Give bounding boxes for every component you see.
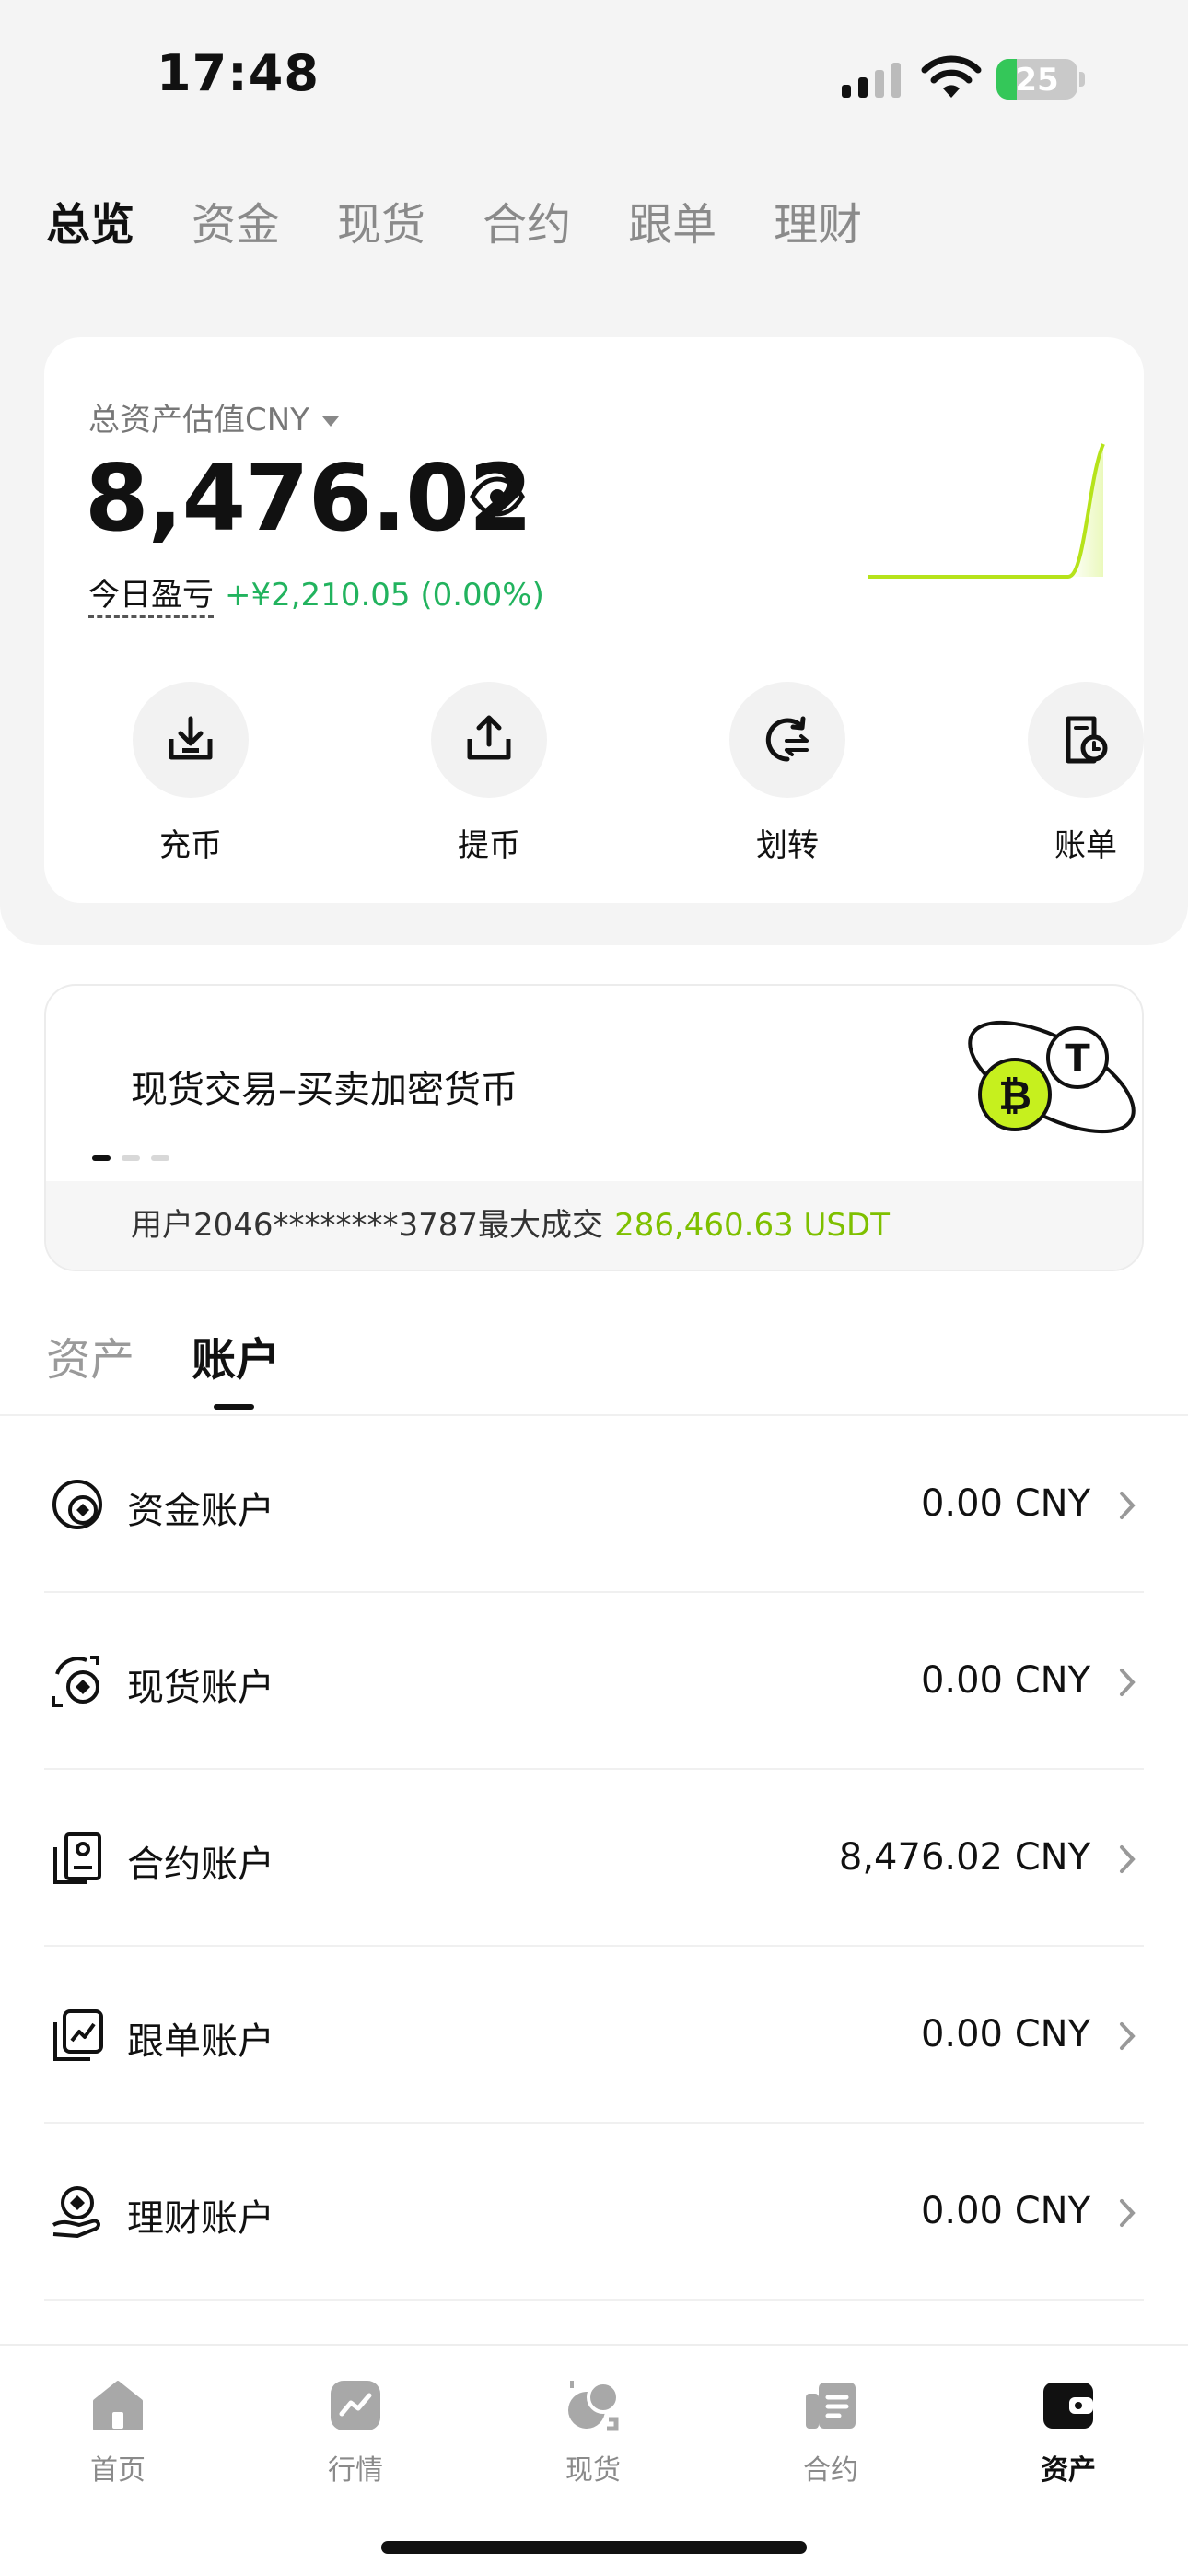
carousel-dot (92, 1155, 111, 1161)
tab-copy-trading[interactable]: 跟单 (628, 188, 716, 252)
total-asset-card: 总资产估值CNY 8,476.02 今日盈亏 +¥2,210.05 (0.00%) (44, 337, 1144, 903)
withdraw-button[interactable]: 提币 (397, 682, 581, 865)
carousel-dots (92, 1155, 181, 1161)
account-value: 8,476.02 CNY (838, 1836, 1090, 1879)
home-icon (93, 2381, 143, 2430)
chevron-right-icon (1120, 1492, 1136, 1519)
promo-banner[interactable]: 现货交易–买卖加密货币 T ₿ 用户2046********3787最大成交 28… (44, 984, 1144, 1271)
account-name: 资金账户 (127, 1490, 274, 1532)
battery-cap (1079, 72, 1085, 87)
account-row-spot[interactable]: 现货账户 0.00 CNY (44, 1593, 1144, 1770)
deposit-label: 充币 (159, 827, 222, 864)
nav-home-label: 首页 (90, 2454, 146, 2487)
banner-title: 现货交易–买卖加密货币 (131, 1069, 518, 1111)
chevron-right-icon (1120, 1669, 1136, 1696)
account-value: 0.00 CNY (920, 1659, 1090, 1702)
caret-down-icon (321, 416, 339, 427)
today-pnl-row: 今日盈亏 +¥2,210.05 (0.00%) (88, 569, 544, 618)
tab-overview[interactable]: 总览 (46, 188, 134, 252)
account-name: 现货账户 (127, 1667, 274, 1709)
currency-selector[interactable]: 总资产估值CNY (88, 394, 339, 439)
nav-spot-label: 现货 (565, 2454, 621, 2487)
earn-account-icon (52, 2186, 100, 2238)
banner-footer-amount: 286,460.63 USDT (614, 1207, 890, 1244)
market-icon (331, 2381, 380, 2430)
account-list: 资金账户 0.00 CNY 现货账户 0.00 CNY 合约账户 8,476.0… (44, 1416, 1144, 2301)
battery-indicator: 25 (996, 59, 1077, 100)
nav-home[interactable]: 首页 (44, 2377, 192, 2488)
nav-futures[interactable]: 合约 (757, 2377, 904, 2488)
quick-actions: 充币 提币 划转 账单 (44, 682, 1144, 866)
account-row-futures[interactable]: 合约账户 8,476.02 CNY (44, 1770, 1144, 1947)
account-row-funding[interactable]: 资金账户 0.00 CNY (44, 1416, 1144, 1593)
cellular-signal-icon (842, 63, 901, 98)
svg-text:₿: ₿ (998, 1072, 1031, 1119)
account-value: 0.00 CNY (920, 1482, 1090, 1525)
account-row-copy-trading[interactable]: 跟单账户 0.00 CNY (44, 1947, 1144, 2124)
today-pnl-value: +¥2,210.05 (0.00%) (225, 577, 544, 614)
tab-accounts[interactable]: 账户 (192, 1323, 280, 1410)
spot-account-icon (52, 1656, 99, 1707)
futures-icon (806, 2383, 856, 2429)
deposit-icon (169, 716, 213, 760)
overview-header-area: 17:48 25 总览 资金 现货 合约 跟单 理财 总资产估值CNY 8,47… (0, 0, 1188, 945)
tab-spot[interactable]: 现货 (337, 188, 425, 252)
total-asset-value: 8,476.02 (85, 444, 532, 552)
account-name: 跟单账户 (127, 2020, 274, 2063)
banner-trade-ticker: 用户2046********3787最大成交 286,460.63 USDT (46, 1181, 1142, 1270)
nav-assets[interactable]: 资产 (995, 2377, 1142, 2488)
estimate-label: 总资产估值CNY (88, 402, 309, 439)
withdraw-icon (467, 715, 511, 760)
nav-spot[interactable]: 现货 (519, 2377, 667, 2488)
eye-icon[interactable] (470, 475, 525, 518)
crypto-coins-illustration: T ₿ (968, 1020, 1136, 1134)
withdraw-label: 提币 (458, 827, 520, 864)
battery-percent: 25 (1015, 62, 1059, 99)
section-tab-bar: 资产 账户 (46, 1323, 337, 1410)
bill-icon (1066, 716, 1108, 764)
copy-trading-account-icon (53, 2009, 103, 2061)
nav-market-label: 行情 (328, 2454, 383, 2487)
tab-funding[interactable]: 资金 (192, 188, 280, 252)
chevron-right-icon (1120, 2199, 1136, 2227)
today-pnl-label[interactable]: 今日盈亏 (88, 577, 214, 618)
deposit-button[interactable]: 充币 (99, 682, 283, 865)
carousel-dot (122, 1155, 140, 1161)
nav-assets-label: 资产 (1041, 2454, 1096, 2487)
status-time: 17:48 (157, 44, 320, 102)
account-row-earn[interactable]: 理财账户 0.00 CNY (44, 2124, 1144, 2301)
tab-earn[interactable]: 理财 (774, 188, 862, 252)
svg-text:T: T (1065, 1037, 1090, 1080)
futures-account-icon (53, 1832, 101, 1884)
top-tab-bar: 总览 资金 现货 合约 跟单 理财 (46, 188, 919, 252)
transfer-button[interactable]: 划转 (695, 682, 879, 865)
account-value: 0.00 CNY (920, 2013, 1090, 2055)
wifi-icon (921, 55, 982, 98)
funding-account-icon (52, 1480, 102, 1529)
banner-footer-text: 用户2046********3787最大成交 (131, 1207, 604, 1244)
asset-trend-sparkline (868, 443, 1105, 579)
account-name: 理财账户 (127, 2197, 274, 2240)
account-value: 0.00 CNY (920, 2190, 1090, 2232)
chevron-right-icon (1120, 2022, 1136, 2050)
chevron-right-icon (1120, 1845, 1136, 1873)
nav-market[interactable]: 行情 (282, 2377, 429, 2488)
bill-label: 账单 (1054, 827, 1117, 864)
home-indicator (381, 2541, 807, 2554)
bill-button[interactable]: 账单 (994, 682, 1178, 865)
spot-icon (568, 2381, 620, 2431)
tab-assets[interactable]: 资产 (46, 1323, 134, 1388)
tab-futures[interactable]: 合约 (483, 188, 571, 252)
transfer-label: 划转 (756, 827, 819, 864)
wallet-icon (1043, 2383, 1093, 2429)
transfer-icon (765, 716, 809, 762)
carousel-dot (151, 1155, 169, 1161)
account-name: 合约账户 (127, 1844, 274, 1886)
nav-futures-label: 合约 (803, 2454, 858, 2487)
